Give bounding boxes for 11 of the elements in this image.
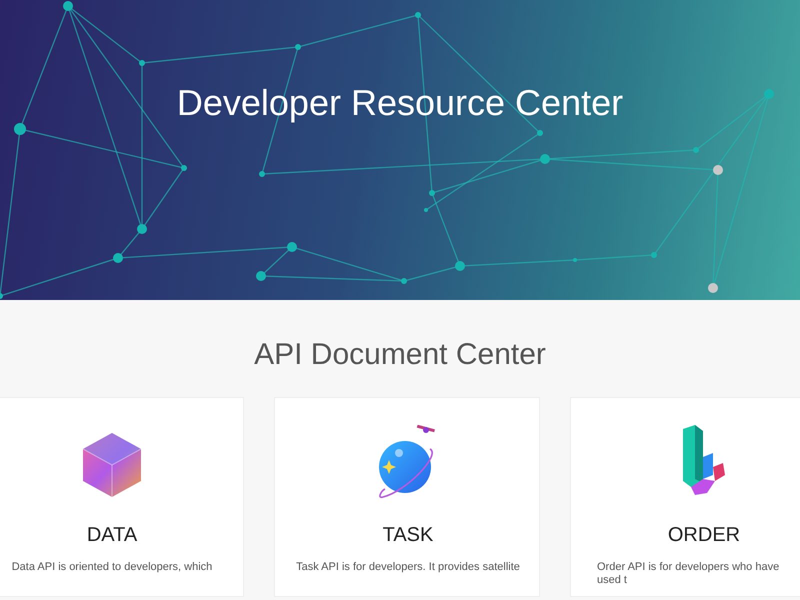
card-title: ORDER: [666, 524, 742, 547]
card-title: TASK: [382, 524, 434, 547]
section-title: API Document Center: [253, 338, 547, 372]
api-card[interactable]: TASK Task API is for developers. It provides satellite: [274, 397, 540, 597]
api-card[interactable]: DATA Data API is oriented to developers, which: [0, 397, 244, 597]
card-description: Data API is oriented to developers, which: [10, 561, 214, 574]
page-title: Developer Resource Center: [176, 82, 624, 124]
card-description: Order API is for developers who have used t: [597, 561, 780, 587]
card-description: Task API is for developers. It provides satellite: [295, 561, 521, 574]
api-card[interactable]: ORDER Order API is for developers who have used t: [570, 397, 800, 597]
card-title: DATA: [86, 524, 138, 547]
